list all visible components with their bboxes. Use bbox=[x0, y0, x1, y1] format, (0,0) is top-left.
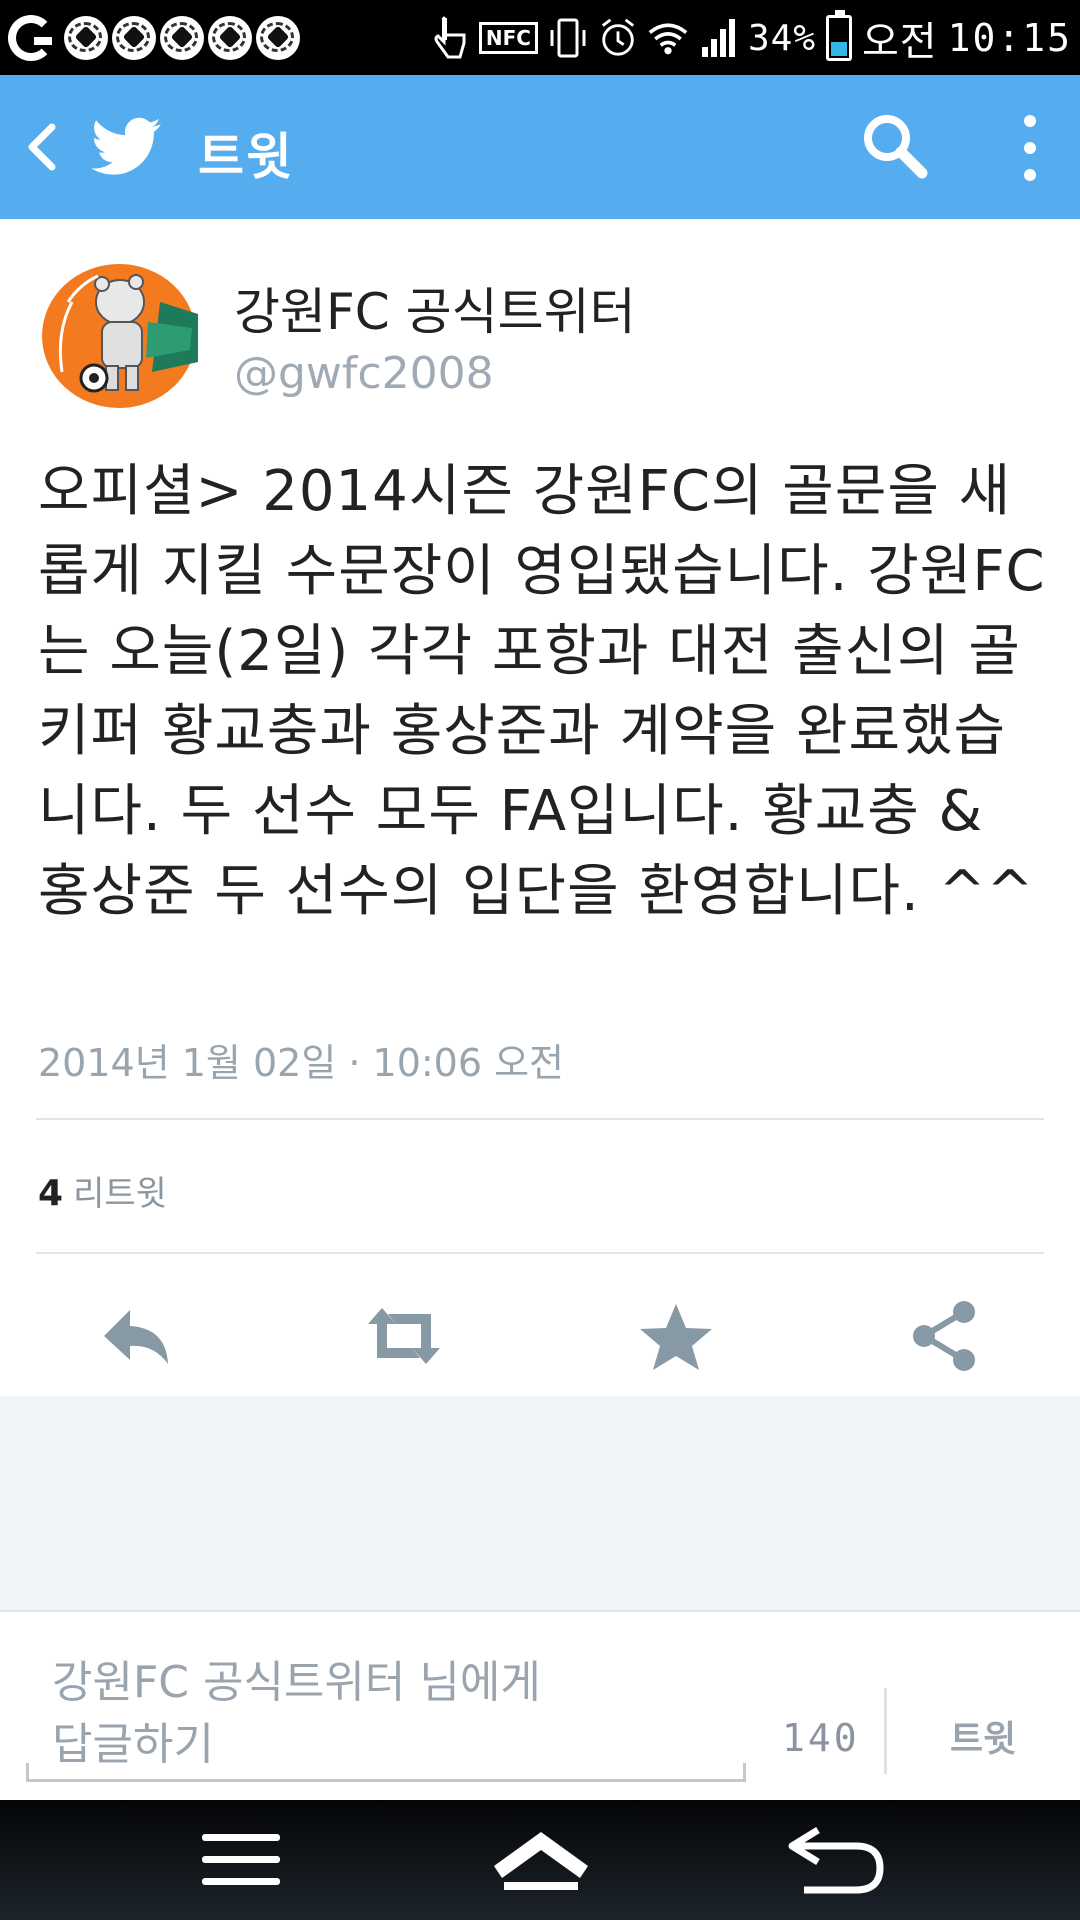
soccer-ball-icon bbox=[112, 16, 156, 60]
overflow-menu-icon[interactable] bbox=[1010, 113, 1050, 183]
soccer-ball-icon bbox=[256, 16, 300, 60]
g-app-icon bbox=[8, 15, 54, 61]
retweet-count-number: 4 bbox=[38, 1173, 64, 1214]
time-period: 오전 bbox=[862, 19, 938, 65]
favorite-icon[interactable] bbox=[636, 1298, 716, 1374]
tweet-send-button[interactable]: 트윗 bbox=[950, 1710, 1016, 1762]
wifi-icon bbox=[648, 18, 688, 58]
empty-content-area bbox=[0, 1396, 1080, 1610]
page-title: 트윗 bbox=[198, 128, 294, 186]
vibrate-icon bbox=[548, 18, 588, 58]
soccer-ball-icon bbox=[64, 16, 108, 60]
retweet-count[interactable]: 4 리트윗 bbox=[38, 1166, 167, 1215]
author-handle[interactable]: @gwfc2008 bbox=[234, 348, 494, 399]
battery-percent: 34% bbox=[747, 17, 816, 59]
home-icon[interactable] bbox=[486, 1826, 596, 1896]
tweet-text: 오피셜> 2014시즌 강원FC의 골문을 새롭게 지킬 수문장이 영입됐습니다… bbox=[38, 459, 1046, 924]
back-icon[interactable] bbox=[784, 1826, 894, 1896]
share-icon[interactable] bbox=[906, 1298, 986, 1374]
twitter-bird-icon[interactable] bbox=[90, 111, 164, 181]
char-counter: 140 bbox=[782, 1716, 860, 1760]
navigation-bar bbox=[0, 1800, 1080, 1920]
status-bar: NFC 34% 오전 10:15 bbox=[0, 0, 1080, 75]
tweet-timestamp: 2014년 1월 02일 · 10:06 오전 bbox=[38, 1041, 565, 1085]
notification-icons bbox=[8, 10, 300, 66]
author-name[interactable]: 강원FC 공식트위터 bbox=[234, 272, 636, 344]
back-arrow-icon[interactable] bbox=[22, 121, 62, 173]
reply-placeholder-line2: 답글하기 bbox=[52, 1719, 214, 1770]
retweet-icon[interactable] bbox=[364, 1298, 444, 1374]
soccer-ball-icon bbox=[160, 16, 204, 60]
reply-input[interactable]: 강원FC 공식트위터 님에게 답글하기 bbox=[26, 1652, 746, 1782]
divider bbox=[36, 1252, 1044, 1254]
soccer-ball-icon bbox=[208, 16, 252, 60]
reply-bar: 강원FC 공식트위터 님에게 답글하기 140 트윗 bbox=[0, 1610, 1080, 1802]
touch-icon bbox=[429, 16, 469, 59]
reply-placeholder-line1: 강원FC 공식트위터 님에게 bbox=[52, 1657, 541, 1708]
retweet-count-label: 리트윗 bbox=[73, 1174, 167, 1214]
signal-icon bbox=[698, 18, 738, 58]
clock: 10:15 bbox=[947, 16, 1072, 60]
search-icon[interactable] bbox=[860, 111, 930, 181]
divider bbox=[36, 1118, 1044, 1120]
battery-icon bbox=[826, 10, 852, 61]
nfc-icon: NFC bbox=[478, 22, 538, 54]
app-bar: 트윗 bbox=[0, 75, 1080, 219]
reply-icon[interactable] bbox=[96, 1298, 176, 1374]
menu-icon[interactable] bbox=[186, 1826, 296, 1896]
system-icons: NFC 34% 오전 10:15 bbox=[429, 6, 1072, 70]
divider bbox=[884, 1688, 887, 1774]
avatar[interactable] bbox=[40, 262, 198, 410]
alarm-icon bbox=[598, 18, 638, 58]
tweet-actions bbox=[0, 1276, 1080, 1396]
